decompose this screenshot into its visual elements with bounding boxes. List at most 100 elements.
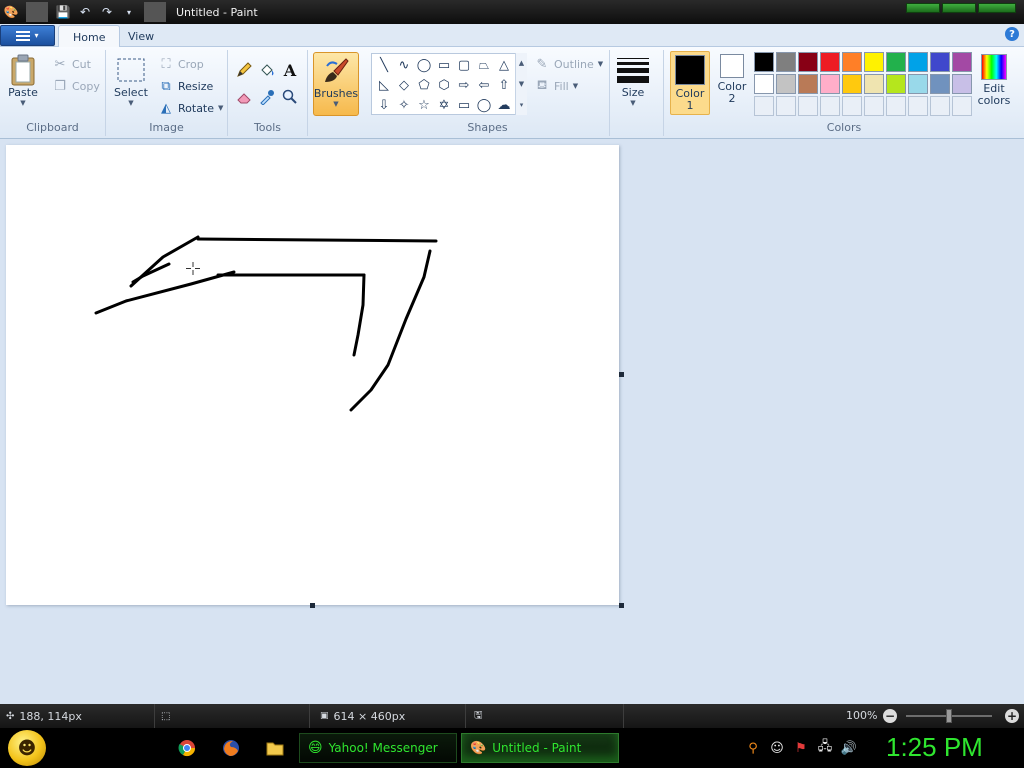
palette-color-swatch[interactable] [930, 74, 950, 94]
firefox-icon[interactable] [221, 738, 241, 758]
flag-icon[interactable]: ⚑ [792, 739, 810, 757]
folder-icon[interactable] [265, 738, 285, 758]
start-button[interactable]: ☻ [8, 730, 46, 766]
scroll-down-icon[interactable]: ▼ [519, 80, 524, 88]
palette-custom-slot[interactable] [908, 96, 928, 116]
cut-button[interactable]: ✂ Cut [52, 54, 91, 74]
smiley-icon[interactable]: ☺ [768, 739, 786, 757]
zoom-in-button[interactable]: + [1005, 709, 1019, 723]
palette-color-swatch[interactable] [842, 52, 862, 72]
palette-color-swatch[interactable] [820, 52, 840, 72]
five-point-star-shape-icon[interactable]: ☆ [414, 95, 434, 115]
right-arrow-shape-icon[interactable]: ⇨ [454, 75, 474, 95]
zoom-slider-thumb[interactable] [946, 709, 952, 723]
palette-custom-slot[interactable] [842, 96, 862, 116]
copy-button[interactable]: ❐ Copy [52, 76, 100, 96]
save-icon[interactable]: 💾 [52, 2, 74, 22]
paint-menu-button[interactable]: ▾ [0, 25, 55, 46]
palette-color-swatch[interactable] [886, 74, 906, 94]
palette-color-swatch[interactable] [908, 52, 928, 72]
customize-dropdown-icon[interactable]: ▾ [118, 2, 140, 22]
palette-custom-slot[interactable] [776, 96, 796, 116]
palette-color-swatch[interactable] [798, 74, 818, 94]
size-button[interactable]: Size ▼ [617, 54, 649, 107]
eraser-icon[interactable] [233, 86, 255, 108]
maximize-button[interactable] [942, 3, 976, 13]
palette-color-swatch[interactable] [776, 74, 796, 94]
resize-button[interactable]: ⧉ Resize [158, 76, 213, 96]
color1-button[interactable]: Color 1 [670, 51, 710, 115]
hexagon-shape-icon[interactable]: ⬡ [434, 75, 454, 95]
palette-color-swatch[interactable] [776, 52, 796, 72]
text-icon[interactable]: A [279, 59, 301, 81]
palette-custom-slot[interactable] [798, 96, 818, 116]
zoom-out-button[interactable]: − [883, 709, 897, 723]
palette-color-swatch[interactable] [886, 52, 906, 72]
rotate-button[interactable]: ◭ Rotate ▼ [158, 98, 223, 118]
edit-colors-button[interactable]: Edit colors [976, 54, 1012, 116]
line-shape-icon[interactable]: ╲ [374, 55, 394, 75]
palette-color-swatch[interactable] [952, 52, 972, 72]
palette-custom-slot[interactable] [886, 96, 906, 116]
color2-button[interactable]: Color 2 [714, 54, 750, 114]
palette-custom-slot[interactable] [930, 96, 950, 116]
paint-app-icon[interactable]: 🎨 [0, 2, 22, 22]
down-arrow-shape-icon[interactable]: ⇩ [374, 95, 394, 115]
palette-color-swatch[interactable] [842, 74, 862, 94]
right-triangle-shape-icon[interactable]: ◺ [374, 75, 394, 95]
help-icon[interactable]: ? [1005, 27, 1019, 41]
palette-custom-slot[interactable] [864, 96, 884, 116]
curve-shape-icon[interactable]: ∿ [394, 55, 414, 75]
volume-icon[interactable]: 🔊 [840, 739, 858, 757]
palette-color-swatch[interactable] [930, 52, 950, 72]
polygon-shape-icon[interactable]: ⏢ [474, 55, 494, 75]
taskbar-button-paint[interactable]: 🎨 Untitled - Paint [461, 733, 619, 763]
scroll-up-icon[interactable]: ▲ [519, 59, 524, 67]
minimize-button[interactable] [906, 3, 940, 13]
resize-handle-bottom[interactable] [310, 603, 315, 608]
chrome-icon[interactable] [177, 738, 197, 758]
palette-color-swatch[interactable] [754, 74, 774, 94]
palette-color-swatch[interactable] [952, 74, 972, 94]
shapes-gallery-scrollbar[interactable]: ▲ ▼ ▾ [515, 53, 527, 115]
palette-color-swatch[interactable] [864, 52, 884, 72]
paste-button[interactable]: Paste ▼ [8, 54, 38, 107]
magnifier-icon[interactable] [279, 86, 301, 108]
network-icon[interactable]: 🖧 [816, 739, 834, 757]
tab-view[interactable]: View [114, 25, 168, 47]
pentagon-shape-icon[interactable]: ⬠ [414, 75, 434, 95]
taskbar-button-yahoo-messenger[interactable]: 😄 Yahoo! Messenger [299, 733, 457, 763]
rectangle-shape-icon[interactable]: ▭ [434, 55, 454, 75]
resize-handle-corner[interactable] [619, 603, 624, 608]
close-button[interactable] [978, 3, 1016, 13]
redo-icon[interactable]: ↷ [96, 2, 118, 22]
drawing-canvas[interactable] [6, 145, 619, 605]
undo-icon[interactable]: ↶ [74, 2, 96, 22]
color-picker-icon[interactable] [256, 86, 278, 108]
palette-custom-slot[interactable] [952, 96, 972, 116]
pencil-icon[interactable] [233, 59, 255, 81]
oval-shape-icon[interactable]: ◯ [414, 55, 434, 75]
palette-color-swatch[interactable] [754, 52, 774, 72]
fill-icon[interactable] [256, 59, 278, 81]
resize-handle-right[interactable] [619, 372, 624, 377]
palette-color-swatch[interactable] [798, 52, 818, 72]
palette-custom-slot[interactable] [754, 96, 774, 116]
expand-gallery-icon[interactable]: ▾ [520, 101, 524, 109]
crop-button[interactable]: ⛶ Crop [158, 54, 203, 74]
rounded-callout-shape-icon[interactable]: ▭ [454, 95, 474, 115]
select-button[interactable]: Select ▼ [114, 54, 148, 107]
triangle-shape-icon[interactable]: △ [494, 55, 514, 75]
search-icon[interactable]: ⚲ [744, 739, 762, 757]
six-point-star-shape-icon[interactable]: ✡ [434, 95, 454, 115]
oval-callout-shape-icon[interactable]: ◯ [474, 95, 494, 115]
brushes-button[interactable]: Brushes ▼ [313, 52, 359, 116]
palette-custom-slot[interactable] [820, 96, 840, 116]
fill-button[interactable]: ⛾ Fill ▼ [534, 76, 578, 96]
palette-color-swatch[interactable] [908, 74, 928, 94]
left-arrow-shape-icon[interactable]: ⇦ [474, 75, 494, 95]
palette-color-swatch[interactable] [820, 74, 840, 94]
rounded-rectangle-shape-icon[interactable]: ▢ [454, 55, 474, 75]
palette-color-swatch[interactable] [864, 74, 884, 94]
outline-button[interactable]: ✎ Outline ▼ [534, 54, 604, 74]
